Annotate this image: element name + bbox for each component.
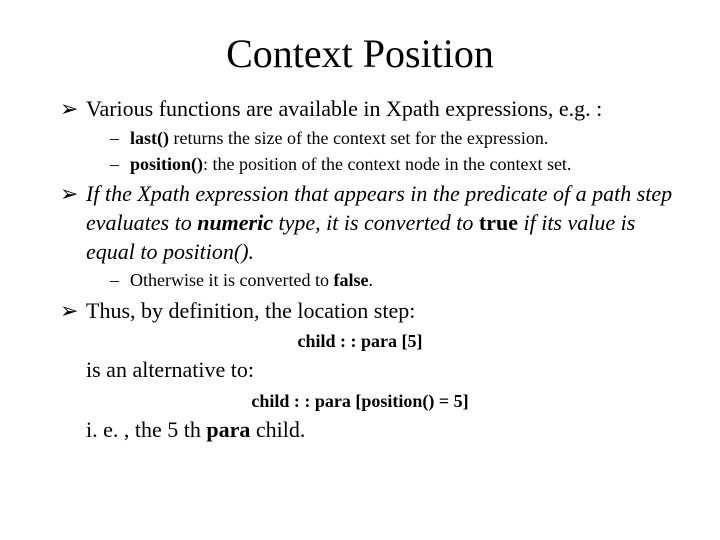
s2-part-b: .	[368, 270, 373, 290]
s2-part-a: Otherwise it is converted to	[130, 270, 333, 290]
ie-part-a: i. e. , the 5 th	[86, 417, 206, 442]
subbullet-2-text: Otherwise it is converted to false.	[130, 269, 680, 292]
ie-part-b: child.	[250, 417, 305, 442]
word-if: If	[86, 181, 99, 206]
ie-line: i. e. , the 5 th para child.	[86, 416, 680, 445]
fn-last: last()	[130, 128, 169, 148]
word-numeric: numeric	[197, 210, 273, 235]
bullet-3: ➢ Thus, by definition, the location step…	[60, 297, 680, 326]
subbullet-1a-rest: returns the size of the context set for …	[169, 128, 548, 148]
subbullet-1b: – position(): the position of the contex…	[110, 153, 680, 176]
subbullet-1b-text: position(): the position of the context …	[130, 153, 680, 176]
arrow-icon: ➢	[60, 95, 86, 124]
bullet-2-text: If the Xpath expression that appears in …	[86, 180, 680, 266]
dash-icon: –	[110, 127, 130, 150]
subbullet-1a: – last() returns the size of the context…	[110, 127, 680, 150]
code-example-1: child : : para [5]	[40, 331, 680, 352]
subbullet-2: – Otherwise it is converted to false.	[110, 269, 680, 292]
bullet-2: ➢ If the Xpath expression that appears i…	[60, 180, 680, 266]
word-false: false	[333, 270, 368, 290]
subbullet-1b-rest: : the position of the context node in th…	[203, 154, 571, 174]
bullet-1: ➢ Various functions are available in Xpa…	[60, 95, 680, 124]
arrow-icon: ➢	[60, 180, 86, 209]
fn-position: position()	[130, 154, 203, 174]
word-true: true	[479, 210, 518, 235]
dash-icon: –	[110, 269, 130, 292]
dash-icon: –	[110, 153, 130, 176]
slide-title: Context Position	[40, 30, 680, 77]
code-example-2: child : : para [position() = 5]	[40, 391, 680, 412]
word-para: para	[206, 417, 250, 442]
bullet-1-text: Various functions are available in Xpath…	[86, 95, 680, 124]
alternative-line: is an alternative to:	[86, 356, 680, 385]
bullet-3-text: Thus, by definition, the location step:	[86, 297, 680, 326]
arrow-icon: ➢	[60, 297, 86, 326]
subbullet-1a-text: last() returns the size of the context s…	[130, 127, 680, 150]
b2-part-b: type, it is converted to	[273, 210, 479, 235]
slide: Context Position ➢ Various functions are…	[0, 0, 720, 540]
